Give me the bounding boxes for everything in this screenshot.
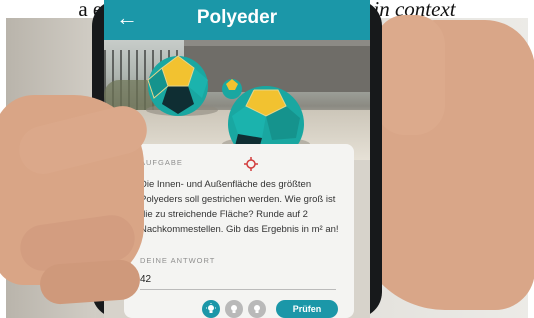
lightbulb-icon[interactable] (202, 300, 220, 318)
task-text: Die Innen- und Außenfläche des größten P… (140, 179, 339, 235)
left-finger-bottom (38, 258, 142, 306)
task-card: AUFGABE Die Innen- und Außenfläche des g… (124, 144, 354, 318)
task-label: AUFGABE (140, 158, 183, 167)
phone-screen: ← Polyeder AUFGABE Die Innen- und Außenf… (104, 0, 370, 318)
answer-input[interactable] (140, 269, 336, 290)
polyhedron-small (222, 79, 242, 99)
app-bar: ← Polyeder (104, 0, 370, 40)
answer-label: DEINE ANTWORT (140, 256, 216, 265)
lightbulb-icon[interactable] (248, 300, 266, 318)
crosshair-icon (244, 157, 258, 171)
hint-buttons (202, 300, 266, 318)
page-title: Polyeder (196, 7, 278, 28)
right-hand-finger (375, 15, 445, 135)
polyhedra-models (146, 55, 310, 160)
ar-camera-view (104, 40, 370, 160)
lightbulb-icon[interactable] (225, 300, 243, 318)
polyhedron-left (147, 55, 208, 116)
check-button[interactable]: Prüfen (276, 300, 338, 318)
